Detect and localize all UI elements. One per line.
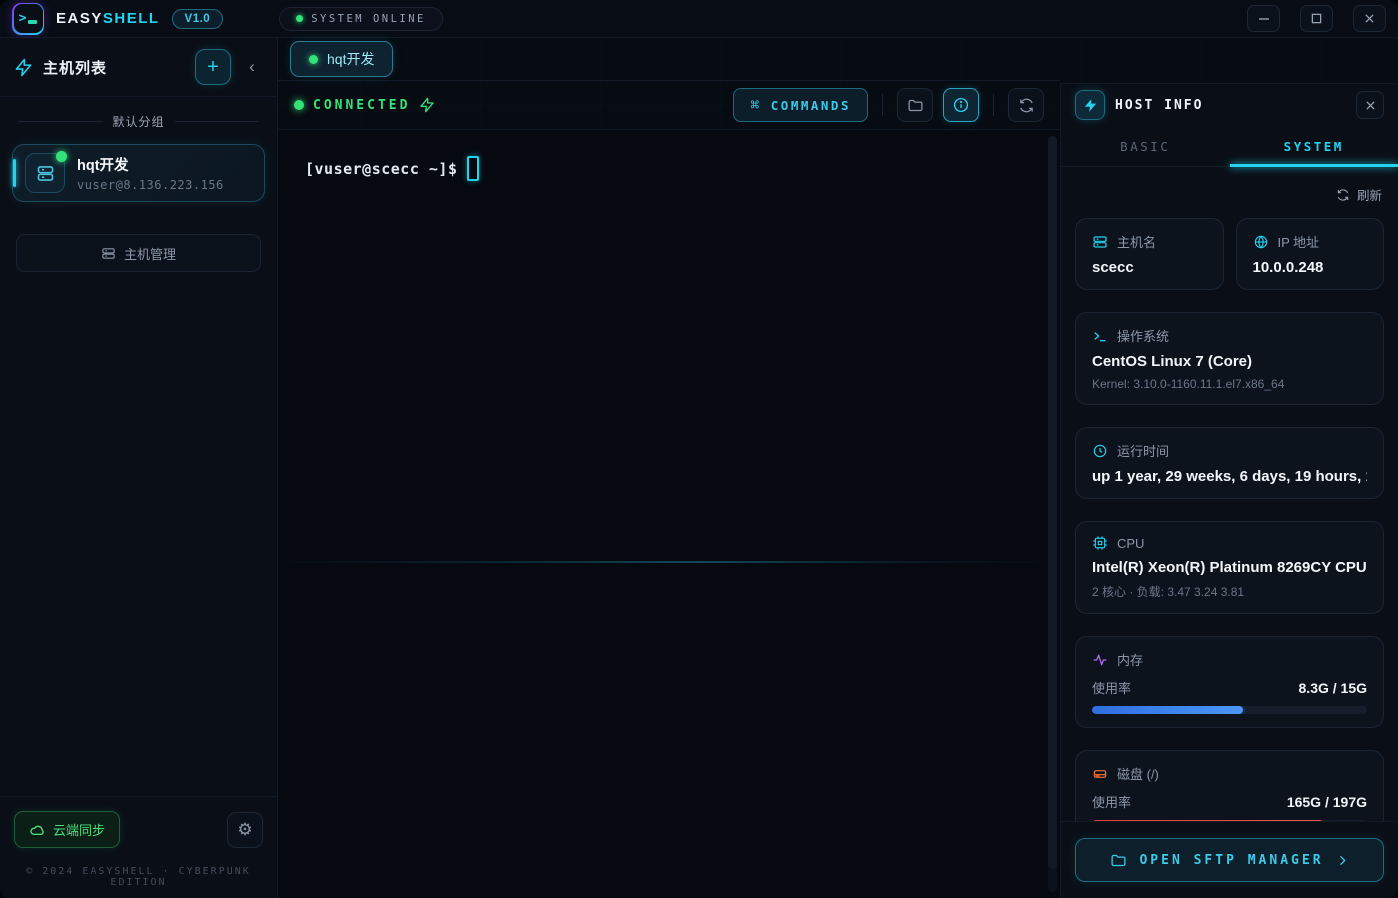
tab-label: hqt开发: [327, 49, 374, 69]
uptime-card: 运行时间 up 1 year, 29 weeks, 6 days, 19 hou…: [1075, 427, 1384, 499]
host-info-body: 刷新 主机名 scecc: [1061, 167, 1398, 821]
close-window-button[interactable]: [1353, 5, 1386, 32]
terminal-cursor: [467, 156, 479, 181]
app-window: > EASYSHELL V1.0 SYSTEM ONLINE 主机列表: [0, 0, 1398, 898]
cloud-sync-button[interactable]: 云端同步: [14, 811, 120, 848]
connected-lightning-icon: [419, 97, 435, 113]
terminal-prompt: [vuser@scecc ~]$: [305, 160, 458, 178]
copyright-text: © 2024 EASYSHELL · CYBERPUNK EDITION: [14, 866, 263, 888]
toolbar-divider: [882, 94, 883, 116]
cloud-icon: [29, 822, 45, 838]
app-logo: >: [12, 3, 44, 35]
sidebar-title: 主机列表: [43, 57, 107, 78]
cpu-card: CPU Intel(R) Xeon(R) Platinum 8269CY CPU…: [1075, 521, 1384, 614]
reconnect-button[interactable]: [1008, 88, 1044, 122]
online-dot-icon: [296, 15, 303, 22]
memory-progress-bar: [1092, 706, 1367, 714]
cpu-value: Intel(R) Xeon(R) Platinum 8269CY CPU ...: [1092, 559, 1367, 576]
active-host-accent: [13, 159, 16, 187]
hostname-value: scecc: [1092, 259, 1207, 276]
host-manage-button[interactable]: 主机管理: [16, 234, 261, 272]
file-manager-button[interactable]: [897, 88, 933, 122]
terminal-icon: [1092, 328, 1108, 344]
titlebar: > EASYSHELL V1.0 SYSTEM ONLINE: [0, 0, 1398, 38]
close-icon: [1364, 13, 1375, 24]
maximize-icon: [1311, 13, 1322, 24]
memory-progress-fill: [1092, 706, 1243, 714]
hostname-card: 主机名 scecc: [1075, 218, 1224, 290]
maximize-button[interactable]: [1300, 5, 1333, 32]
refresh-link[interactable]: 刷新: [1336, 185, 1382, 204]
activity-icon: [1092, 652, 1108, 668]
host-info-toggle-button[interactable]: [943, 88, 979, 122]
chevron-right-icon: [1336, 854, 1349, 867]
refresh-icon: [1018, 97, 1035, 114]
command-icon: ⌘: [750, 96, 762, 114]
collapse-sidebar-button[interactable]: ‹: [241, 53, 263, 81]
connection-status: CONNECTED: [294, 97, 435, 113]
terminal-pane[interactable]: [vuser@scecc ~]$: [278, 130, 1060, 898]
ip-card: IP 地址 10.0.0.248: [1236, 218, 1385, 290]
session-tabbar: hqt开发: [278, 38, 1060, 81]
group-divider: 默认分组: [0, 97, 277, 138]
terminal-scanline: [278, 561, 1046, 563]
os-card: 操作系统 CentOS Linux 7 (Core) Kernel: 3.10.…: [1075, 312, 1384, 405]
server-small-icon: [101, 246, 116, 261]
commands-button[interactable]: ⌘ COMMANDS: [733, 88, 868, 122]
ip-value: 10.0.0.248: [1253, 259, 1368, 276]
host-info-title: HOST INFO: [1115, 98, 1203, 113]
cpu-load-value: 2 核心 · 负载: 3.47 3.24 3.81: [1092, 583, 1367, 600]
host-info-tabs: BASIC SYSTEM: [1061, 126, 1398, 167]
main-area: hqt开发 CONNECTED ⌘ COMMANDS: [278, 38, 1060, 898]
host-name: hqt开发: [77, 154, 224, 175]
connected-dot-icon: [294, 100, 304, 110]
host-list-item[interactable]: hqt开发 vuser@8.136.223.156: [12, 144, 265, 202]
close-panel-button[interactable]: [1356, 91, 1384, 119]
host-list-sidebar: 主机列表 + ‹ 默认分组 hqt开发 vuser@8.136.223.156: [0, 38, 278, 898]
tab-basic[interactable]: BASIC: [1061, 126, 1230, 166]
system-status-badge: SYSTEM ONLINE: [279, 7, 443, 31]
terminal-toolbar: CONNECTED ⌘ COMMANDS: [278, 81, 1060, 130]
globe-icon: [1253, 234, 1269, 250]
host-online-dot-icon: [56, 151, 67, 162]
add-host-button[interactable]: +: [195, 49, 231, 85]
terminal-logo-icon: >: [19, 11, 27, 26]
server-icon: [1092, 234, 1108, 250]
host-info-panel: HOST INFO BASIC SYSTEM 刷新: [1060, 83, 1398, 898]
folder-icon: [907, 97, 924, 114]
host-info-lightning-icon: [1075, 90, 1105, 120]
os-value: CentOS Linux 7 (Core): [1092, 353, 1367, 370]
version-badge: V1.0: [172, 9, 224, 29]
terminal-logo-underscore: [28, 20, 37, 24]
disk-card: 磁盘 (/) 使用率 165G / 197G: [1075, 750, 1384, 821]
session-tab[interactable]: hqt开发: [290, 41, 393, 77]
minimize-icon: [1258, 13, 1270, 25]
terminal-scrollbar-thumb[interactable]: [1048, 136, 1057, 869]
refresh-icon: [1336, 188, 1350, 202]
toolbar-divider: [993, 94, 994, 116]
cpu-icon: [1092, 535, 1108, 551]
settings-button[interactable]: ⚙: [227, 812, 263, 848]
kernel-value: Kernel: 3.10.0-1160.11.1.el7.x86_64: [1092, 377, 1367, 391]
memory-card: 内存 使用率 8.3G / 15G: [1075, 636, 1384, 728]
open-sftp-button[interactable]: OPEN SFTP MANAGER: [1075, 838, 1384, 882]
server-icon: [25, 153, 65, 193]
lightning-icon: [14, 58, 33, 77]
host-address: vuser@8.136.223.156: [77, 178, 224, 192]
disk-usage-value: 165G / 197G: [1287, 794, 1367, 810]
minimize-button[interactable]: [1247, 5, 1280, 32]
group-label: 默认分组: [113, 113, 165, 130]
close-icon: [1365, 100, 1376, 111]
gear-icon: ⚙: [237, 820, 252, 840]
tab-system[interactable]: SYSTEM: [1230, 126, 1398, 166]
hard-drive-icon: [1092, 766, 1108, 782]
memory-usage-value: 8.3G / 15G: [1299, 680, 1367, 696]
info-icon: [952, 96, 970, 114]
uptime-value: up 1 year, 29 weeks, 6 days, 19 hours, 1…: [1092, 468, 1367, 485]
terminal-scrollbar[interactable]: [1048, 136, 1057, 892]
app-title: EASYSHELL: [56, 10, 160, 27]
clock-icon: [1092, 443, 1108, 459]
tab-online-dot-icon: [309, 55, 318, 64]
folder-icon: [1110, 852, 1127, 869]
